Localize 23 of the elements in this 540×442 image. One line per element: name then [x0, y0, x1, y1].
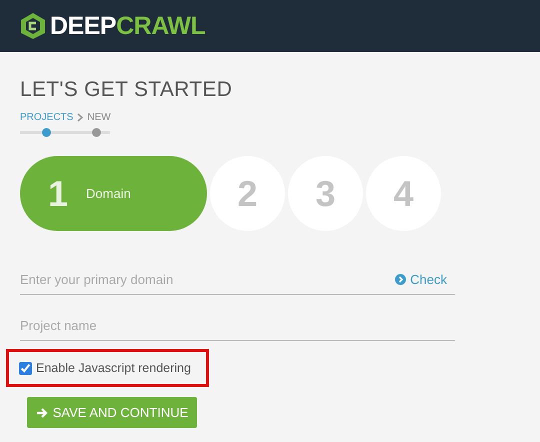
step-indicator[interactable]: 3 — [288, 156, 363, 231]
breadcrumb-link[interactable]: PROJECTS — [20, 112, 74, 123]
project-name-field[interactable]: Project name — [20, 318, 455, 332]
breadcrumb-link[interactable]: NEW — [87, 112, 111, 123]
arrow-right-icon — [36, 406, 48, 418]
step-number: 4 — [393, 172, 414, 214]
chevron-circle-icon — [395, 274, 406, 284]
check-link[interactable]: Check — [395, 272, 447, 286]
logo-text: DEEPCRAWL — [50, 12, 206, 40]
step-number: 3 — [315, 172, 336, 214]
step-label: Domain — [86, 186, 131, 201]
step-number: 1 — [48, 172, 68, 214]
chevron-icon — [77, 113, 84, 122]
javascript-checkbox[interactable] — [19, 362, 32, 374]
step-indicator[interactable]: 4 — [366, 156, 441, 231]
domain-field[interactable]: Enter your primary domain — [20, 272, 396, 286]
checkbox-label: Enable Javascript rendering — [36, 361, 191, 375]
logo-icon — [20, 12, 46, 40]
step-number: 2 — [237, 172, 258, 214]
save-and-continue-button[interactable]: SAVE AND CONTINUE — [27, 397, 197, 428]
step-indicator[interactable]: 1 Domain — [20, 156, 207, 231]
step-indicator[interactable]: 2 — [210, 156, 285, 231]
page-title: LET'S GET STARTED — [20, 78, 234, 102]
